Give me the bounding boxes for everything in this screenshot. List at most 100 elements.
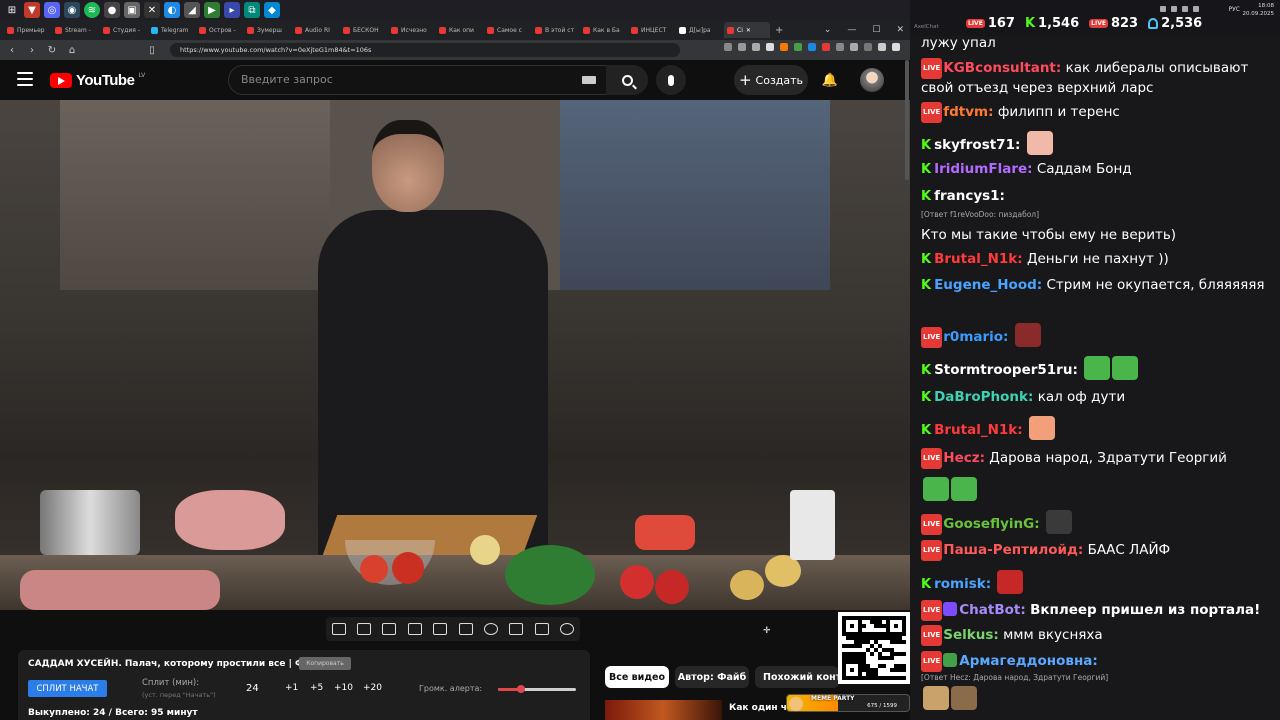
app-icon-2[interactable]: ✕ <box>144 2 160 18</box>
url-field[interactable]: https://www.youtube.com/watch?v=0eXjteG1… <box>170 43 680 57</box>
app-icon-8[interactable]: ◆ <box>264 2 280 18</box>
chat-username[interactable]: KGBconsultant: <box>943 60 1061 76</box>
browser-tab[interactable]: Исчезно <box>388 22 434 38</box>
brave-icon[interactable]: ▼ <box>24 2 40 18</box>
page-scrollbar[interactable] <box>905 60 909 180</box>
add-5-button[interactable]: +5 <box>310 683 323 693</box>
chip-similar[interactable]: Похожий контент <box>755 666 839 688</box>
create-button[interactable]: + Создать <box>734 65 808 95</box>
obs-icon[interactable]: ● <box>104 2 120 18</box>
chat-username[interactable]: skyfrost71: <box>934 137 1020 153</box>
extension-icon[interactable] <box>822 43 830 51</box>
alert-volume-knob[interactable] <box>517 685 526 693</box>
bookmark-icon[interactable]: ▯ <box>146 45 158 56</box>
browser-tab[interactable]: Stream - <box>52 22 98 38</box>
tray-icon[interactable] <box>1160 6 1166 12</box>
chat-username[interactable]: DaBroPhonk: <box>934 389 1033 405</box>
avatar[interactable] <box>860 68 884 92</box>
tray-icon[interactable] <box>1182 6 1188 12</box>
app-icon-1[interactable]: ▣ <box>124 2 140 18</box>
copy-button[interactable]: Копировать <box>299 657 351 670</box>
add-20-button[interactable]: +20 <box>363 683 382 693</box>
notifications-bell-icon[interactable]: 🔔 <box>822 72 838 88</box>
screenshot-icon[interactable] <box>382 623 397 635</box>
browser-tab[interactable]: Audio RI <box>292 22 338 38</box>
browser-tab[interactable]: Самое с <box>484 22 530 38</box>
shield-icon[interactable] <box>766 43 774 51</box>
split-start-button[interactable]: СПЛИТ НАЧАТ <box>28 680 107 697</box>
browser-tab[interactable]: Как в Ба <box>580 22 626 38</box>
chat-username[interactable]: Армагеддоновна: <box>959 653 1098 669</box>
frame-icon[interactable] <box>458 623 473 635</box>
crop-icon[interactable] <box>433 623 448 635</box>
extension-icon[interactable] <box>794 43 802 51</box>
chat-username[interactable]: Selkus: <box>943 627 999 643</box>
audio-icon[interactable] <box>357 623 372 635</box>
chat-username[interactable]: IridiumFlare: <box>934 161 1032 177</box>
chat-username[interactable]: GooseflyinG: <box>943 516 1039 532</box>
chat-username[interactable]: fdtvm: <box>943 104 993 120</box>
browser-tab[interactable]: Премьер <box>4 22 50 38</box>
add-10-button[interactable]: +10 <box>334 683 353 693</box>
extension-icon[interactable] <box>836 43 844 51</box>
home-icon[interactable]: ⌂ <box>66 45 78 56</box>
app-icon-6[interactable]: ▸ <box>224 2 240 18</box>
close-tab-icon[interactable]: ✕ <box>746 27 751 34</box>
windows-icon[interactable]: ⊞ <box>4 2 20 18</box>
chat-username[interactable]: r0mario: <box>943 329 1008 345</box>
browser-tab[interactable]: Остров - <box>196 22 242 38</box>
chat-username[interactable]: Stormtrooper51ru: <box>934 362 1078 378</box>
add-1-button[interactable]: +1 <box>285 683 298 693</box>
film-icon[interactable] <box>407 623 422 635</box>
reload-icon[interactable]: ↻ <box>46 45 58 56</box>
chat-username[interactable]: Eugene_Hood: <box>934 277 1042 293</box>
split-minutes-input[interactable]: 24 <box>246 683 259 694</box>
close-icon[interactable]: ✕ <box>896 25 904 35</box>
hamburger-menu-icon[interactable] <box>17 72 33 86</box>
browser-tab[interactable]: БЕСКОН <box>340 22 386 38</box>
chat-username[interactable]: Brutal_N1k: <box>934 251 1023 267</box>
chip-author[interactable]: Автор: Файб <box>675 666 749 688</box>
browser-tab[interactable]: Как опи <box>436 22 482 38</box>
chat-username[interactable]: Паша-Рептилойд: <box>943 542 1083 558</box>
steam-icon[interactable]: ◉ <box>64 2 80 18</box>
maximize-icon[interactable]: ☐ <box>872 25 880 35</box>
speed-icon[interactable] <box>484 623 499 635</box>
keyboard-icon[interactable] <box>582 76 596 84</box>
app-icon-3[interactable]: ◐ <box>164 2 180 18</box>
new-tab-button[interactable]: + <box>772 22 786 38</box>
extension-icon[interactable] <box>780 43 788 51</box>
gear-icon[interactable] <box>560 623 575 635</box>
search-input[interactable]: Введите запрос <box>228 65 608 95</box>
extension-icon[interactable] <box>808 43 816 51</box>
tray-icon[interactable] <box>1193 6 1199 12</box>
discord-icon[interactable]: ◎ <box>44 2 60 18</box>
chat-username[interactable]: ChatBot: <box>959 602 1026 618</box>
app-icon-4[interactable]: ◢ <box>184 2 200 18</box>
extension-icon[interactable] <box>752 43 760 51</box>
language-indicator[interactable]: РУС <box>1229 6 1240 13</box>
chat-username[interactable]: romisk: <box>934 576 991 592</box>
system-clock[interactable]: 18:08 20.09.2025 <box>1243 2 1275 18</box>
tray-icon[interactable] <box>1171 6 1177 12</box>
browser-tab[interactable]: Студия - <box>100 22 146 38</box>
menu-icon[interactable] <box>892 43 900 51</box>
chat-username[interactable]: Hecz: <box>943 450 985 466</box>
chat-username[interactable]: francys1: <box>934 188 1005 204</box>
extension-icon[interactable] <box>864 43 872 51</box>
recommended-video-thumbnail[interactable] <box>605 700 722 720</box>
chip-all-videos[interactable]: Все видео <box>605 666 669 688</box>
extension-icon[interactable] <box>850 43 858 51</box>
search-button[interactable] <box>606 65 648 95</box>
extension-icon[interactable] <box>738 43 746 51</box>
browser-tab[interactable]: ИНЦЕСТ <box>628 22 674 38</box>
camera-icon[interactable] <box>534 623 549 635</box>
add-icon[interactable] <box>509 623 524 635</box>
app-icon-5[interactable]: ▶ <box>204 2 220 18</box>
browser-tab[interactable]: Д[ы]ра <box>676 22 722 38</box>
browser-tab[interactable]: Зумерш <box>244 22 290 38</box>
browser-tab[interactable]: В этой ст <box>532 22 578 38</box>
voice-search-button[interactable] <box>656 65 686 95</box>
browser-tab[interactable]: Telegram <box>148 22 194 38</box>
repeat-icon[interactable] <box>331 623 346 635</box>
